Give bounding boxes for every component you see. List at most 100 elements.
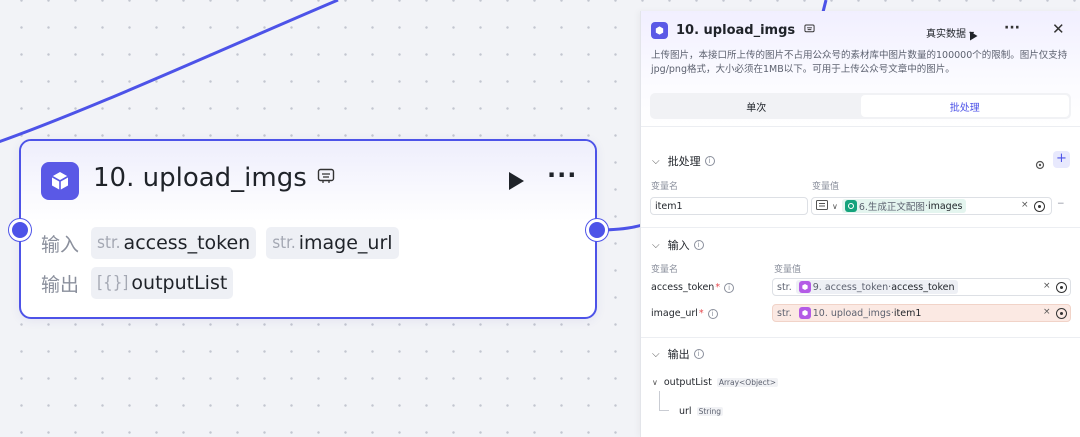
param-label-image-url: image_url * i xyxy=(651,308,718,319)
type-badge: str. xyxy=(97,233,121,253)
type-badge: str. xyxy=(777,307,792,319)
output-name: url xyxy=(679,406,692,417)
inputs-label: 输入 xyxy=(41,233,80,256)
input-chip: str. access_token xyxy=(91,227,257,259)
play-icon[interactable] xyxy=(507,171,525,195)
play-icon[interactable] xyxy=(969,26,978,45)
output-chip: [{}] outputList xyxy=(91,267,234,299)
panel-header: 10. upload_imgs 真实数据 ▾ ··· ✕ 上传图片，本接口所上传… xyxy=(641,11,1080,127)
col-header-name: 变量名 xyxy=(651,182,679,192)
ref-tag: 9. access_token · access_token xyxy=(795,280,958,294)
node-outputs-row: 输出 [{}] outputList xyxy=(41,267,243,299)
chevron-down-icon[interactable]: ∨ xyxy=(652,378,658,387)
node-title: 10. upload_imgs xyxy=(93,163,335,193)
type-badge: str. xyxy=(777,281,792,293)
node-header: 10. upload_imgs ··· xyxy=(21,141,595,221)
ref-field: images xyxy=(927,200,963,212)
more-button[interactable]: ··· xyxy=(547,161,577,189)
output-title: 输出 xyxy=(667,348,690,361)
cube-icon xyxy=(651,22,668,39)
plugin-icon xyxy=(798,307,811,319)
template-icon[interactable] xyxy=(317,168,335,189)
edge-incoming[interactable] xyxy=(0,0,339,145)
param-name: access_token xyxy=(123,232,251,254)
panel-title: 10. upload_imgs xyxy=(676,23,815,38)
image-url-value-ref[interactable]: str. 10. upload_imgs · item1 × xyxy=(772,304,1071,322)
ref-node: 10. upload_imgs xyxy=(812,307,891,319)
access-token-value-ref[interactable]: str. 9. access_token · access_token × xyxy=(772,278,1071,296)
list-icon xyxy=(816,199,828,213)
col-header-name: 变量名 xyxy=(651,265,679,275)
type-badge: str. xyxy=(272,233,296,253)
output-port[interactable] xyxy=(586,219,608,241)
panel-title-text: 10. upload_imgs xyxy=(676,23,796,38)
col-header-value: 变量值 xyxy=(812,182,840,192)
ref-tag: 10. upload_imgs · item1 xyxy=(796,306,925,320)
divider xyxy=(641,337,1080,338)
mode-tabs: 单次 批处理 xyxy=(650,93,1071,119)
batch-title: 批处理 xyxy=(667,155,701,168)
target-icon[interactable] xyxy=(1056,282,1067,293)
output-name: outputList xyxy=(663,377,712,388)
clear-icon[interactable]: × xyxy=(1043,281,1051,291)
tree-connector xyxy=(659,391,669,411)
chevron-down-icon: ⌵ xyxy=(652,155,660,167)
close-icon[interactable]: ✕ xyxy=(1052,20,1065,38)
ref-node: 6.生成正文配图 xyxy=(858,202,925,213)
chevron-down-icon: ⌵ xyxy=(652,239,660,251)
chevron-down-icon: ⌵ xyxy=(652,348,660,360)
clear-icon[interactable]: × xyxy=(1021,200,1029,210)
tab-batch[interactable]: 批处理 xyxy=(860,95,1069,117)
input-port[interactable] xyxy=(9,219,31,241)
ref-tag: 6.生成正文配图 · images xyxy=(841,199,966,213)
batch-item-name-input[interactable]: item1 xyxy=(650,197,808,215)
output-section-title[interactable]: ⌵ 输出 i xyxy=(652,346,704,362)
target-icon[interactable] xyxy=(1034,201,1045,212)
ref-node: 9. access_token xyxy=(812,281,889,293)
tab-single[interactable]: 单次 xyxy=(652,95,861,117)
output-type-badge: Array<Object> xyxy=(716,378,779,387)
target-icon[interactable] xyxy=(1056,308,1067,319)
info-icon[interactable]: i xyxy=(693,349,704,359)
remove-item-icon[interactable]: − xyxy=(1057,199,1065,209)
node-title-text: 10. upload_imgs xyxy=(93,163,307,193)
input-section-title[interactable]: ⌵ 输入 i xyxy=(652,237,704,253)
batch-section-title[interactable]: ⌵ 批处理 i xyxy=(652,153,715,169)
workflow-node-upload-imgs[interactable]: 10. upload_imgs ··· 输入 str. access_token … xyxy=(19,139,597,319)
plugin-icon xyxy=(798,281,811,293)
output-tree-item: ∨ outputList Array<Object> xyxy=(652,377,779,388)
param-name: image_url xyxy=(298,232,393,254)
param-label-access-token: access_token * i xyxy=(651,282,735,293)
template-icon[interactable] xyxy=(804,24,815,37)
batch-item-value-ref[interactable]: ∨ 6.生成正文配图 · images × xyxy=(811,197,1052,215)
input-chip: str. image_url xyxy=(266,227,399,259)
info-icon[interactable]: i xyxy=(693,240,704,250)
info-icon[interactable]: i xyxy=(724,282,735,293)
col-header-value: 变量值 xyxy=(774,265,802,275)
clear-icon[interactable]: × xyxy=(1043,307,1051,317)
required-mark: * xyxy=(698,308,704,319)
info-icon[interactable]: i xyxy=(707,308,718,319)
chevron-down-icon[interactable]: ∨ xyxy=(832,202,838,211)
outputs-label: 输出 xyxy=(41,273,80,296)
output-tree-item: url String xyxy=(679,406,723,417)
ref-field: item1 xyxy=(893,307,922,319)
divider xyxy=(641,227,1080,228)
output-type-badge: String xyxy=(696,407,723,416)
info-icon[interactable]: i xyxy=(704,156,715,166)
ref-field: access_token xyxy=(891,281,955,293)
required-mark: * xyxy=(715,282,721,293)
param-name: image_url xyxy=(651,308,698,319)
more-button[interactable]: ··· xyxy=(1004,20,1020,36)
node-config-panel: 10. upload_imgs 真实数据 ▾ ··· ✕ 上传图片，本接口所上传… xyxy=(640,11,1080,437)
param-name: access_token xyxy=(651,282,715,293)
param-name: outputList xyxy=(131,272,228,294)
node-inputs-row: 输入 str. access_token str. image_url xyxy=(41,227,409,259)
loop-icon xyxy=(844,200,857,212)
input-title: 输入 xyxy=(667,239,690,252)
data-mode-select[interactable]: 真实数据 ▾ xyxy=(926,25,974,40)
type-badge: [{}] xyxy=(97,273,129,293)
add-icon[interactable]: + xyxy=(1053,151,1070,168)
settings-icon[interactable] xyxy=(1035,155,1045,174)
node-description: 上传图片，本接口所上传的图片不占用公众号的素材库中图片数量的100000个的限制… xyxy=(651,50,1068,75)
